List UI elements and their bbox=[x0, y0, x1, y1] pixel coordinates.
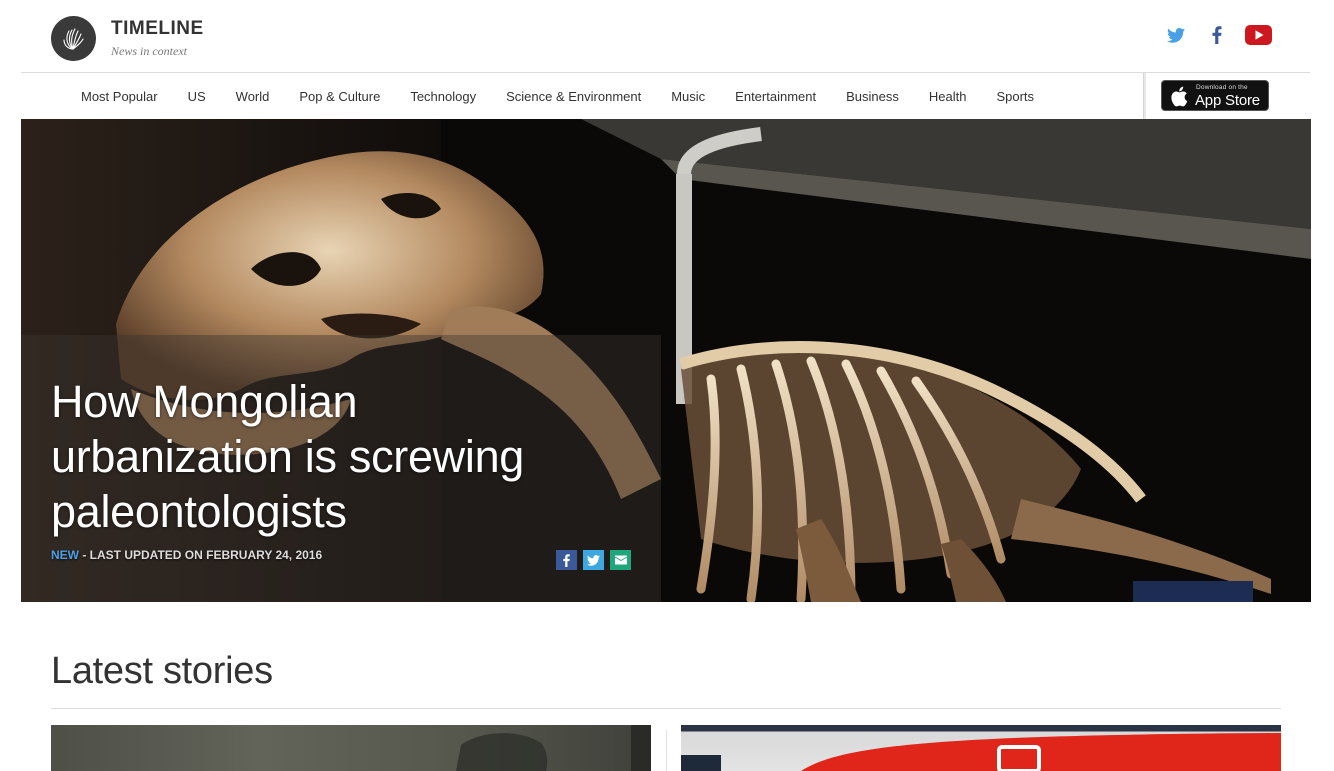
hero-headline[interactable]: How Mongolian urbanization is screwing p… bbox=[51, 374, 611, 539]
nav-separator bbox=[1143, 73, 1146, 119]
facebook-icon bbox=[1212, 26, 1222, 44]
app-store-big-label: App Store bbox=[1195, 92, 1260, 109]
nav-item-health[interactable]: Health bbox=[929, 89, 967, 104]
nav-item-us[interactable]: US bbox=[188, 89, 206, 104]
twitter-link[interactable] bbox=[1165, 23, 1187, 47]
facebook-link[interactable] bbox=[1208, 23, 1226, 47]
nautilus-logo-icon bbox=[63, 28, 84, 50]
brand-tagline: News in context bbox=[111, 44, 187, 58]
hero-updated-date: - LAST UPDATED ON FEBRUARY 24, 2016 bbox=[79, 548, 323, 562]
youtube-link[interactable] bbox=[1243, 23, 1273, 47]
story-thumbnail bbox=[681, 733, 1281, 771]
hero-story[interactable]: How Mongolian urbanization is screwing p… bbox=[21, 119, 1311, 602]
nav-item-pop-culture[interactable]: Pop & Culture bbox=[299, 89, 380, 104]
app-store-small-label: Download on the bbox=[1196, 84, 1248, 91]
twitter-share-icon bbox=[587, 554, 600, 566]
latest-divider bbox=[51, 708, 1281, 709]
card-divider bbox=[666, 730, 667, 771]
nav-item-technology[interactable]: Technology bbox=[410, 89, 476, 104]
story-card-image[interactable] bbox=[681, 725, 1281, 771]
apple-icon bbox=[1171, 86, 1188, 107]
nav-item-sports[interactable]: Sports bbox=[996, 89, 1034, 104]
site-header: TIMELINE News in context bbox=[0, 0, 1334, 72]
latest-stories-heading: Latest stories bbox=[51, 650, 273, 692]
email-share-icon bbox=[614, 555, 627, 565]
story-card-image[interactable] bbox=[51, 725, 651, 771]
youtube-icon bbox=[1244, 25, 1272, 45]
share-twitter-button[interactable] bbox=[583, 550, 604, 570]
main-nav: Most Popular US World Pop & Culture Tech… bbox=[0, 73, 1334, 119]
story-thumbnail bbox=[456, 725, 651, 771]
nav-list: Most Popular US World Pop & Culture Tech… bbox=[81, 73, 1064, 119]
nav-item-most-popular[interactable]: Most Popular bbox=[81, 89, 158, 104]
brand-title[interactable]: TIMELINE bbox=[111, 18, 204, 40]
nav-item-music[interactable]: Music bbox=[671, 89, 705, 104]
timeline-logo[interactable] bbox=[51, 16, 96, 61]
nav-item-business[interactable]: Business bbox=[846, 89, 899, 104]
new-badge: NEW bbox=[51, 548, 79, 562]
app-store-button[interactable]: Download on the App Store bbox=[1161, 80, 1269, 111]
facebook-share-icon bbox=[563, 553, 570, 567]
nav-item-science-environment[interactable]: Science & Environment bbox=[506, 89, 641, 104]
share-email-button[interactable] bbox=[610, 550, 631, 570]
twitter-icon bbox=[1167, 27, 1185, 43]
nav-item-world[interactable]: World bbox=[236, 89, 270, 104]
share-facebook-button[interactable] bbox=[556, 550, 577, 570]
hero-meta: NEW - LAST UPDATED ON FEBRUARY 24, 2016 bbox=[51, 548, 322, 562]
nav-item-entertainment[interactable]: Entertainment bbox=[735, 89, 816, 104]
